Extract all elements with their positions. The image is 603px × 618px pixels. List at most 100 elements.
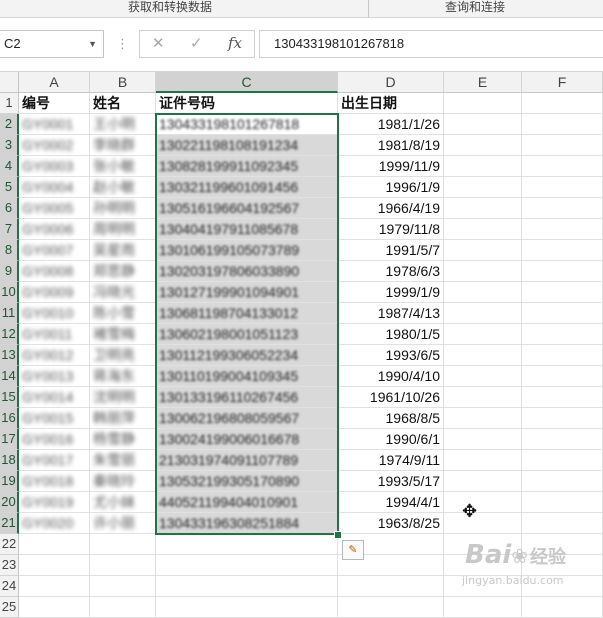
cell-e[interactable] bbox=[444, 114, 522, 135]
cell-e[interactable] bbox=[444, 492, 522, 513]
header-cell-id-number[interactable]: 证件号码 bbox=[156, 93, 338, 114]
row-header-7[interactable]: 7 bbox=[0, 219, 19, 240]
cell-id[interactable]: GY0013 bbox=[19, 366, 90, 387]
row-header-16[interactable]: 16 bbox=[0, 408, 19, 429]
empty-cell[interactable] bbox=[156, 555, 338, 576]
cell-e[interactable] bbox=[444, 303, 522, 324]
row-header-2[interactable]: 2 bbox=[0, 114, 19, 135]
cell-id-number[interactable]: 130112199306052234 bbox=[156, 345, 338, 366]
cell-id-number[interactable]: 130532199305170890 bbox=[156, 471, 338, 492]
cell-id-number[interactable]: 130110199004109345 bbox=[156, 366, 338, 387]
cell-birthdate[interactable]: 1968/8/5 bbox=[338, 408, 444, 429]
formula-input[interactable]: 130433198101267818 bbox=[259, 30, 603, 58]
cell-id[interactable]: GY0016 bbox=[19, 429, 90, 450]
header-cell-name[interactable]: 姓名 bbox=[90, 93, 156, 114]
cell-id[interactable]: GY0017 bbox=[19, 450, 90, 471]
column-header-b[interactable]: B bbox=[90, 72, 156, 93]
row-header-21[interactable]: 21 bbox=[0, 513, 19, 534]
cell-id-number[interactable]: 130404197911085678 bbox=[156, 219, 338, 240]
cell-birthdate[interactable]: 1974/9/11 bbox=[338, 450, 444, 471]
cell-birthdate[interactable]: 1987/4/13 bbox=[338, 303, 444, 324]
empty-cell[interactable] bbox=[156, 534, 338, 555]
cell-id[interactable]: GY0002 bbox=[19, 135, 90, 156]
header-cell-id[interactable]: 编号 bbox=[19, 93, 90, 114]
cell-e[interactable] bbox=[444, 450, 522, 471]
cell-name[interactable]: 沈明明 bbox=[90, 387, 156, 408]
cell-e1[interactable] bbox=[444, 93, 522, 114]
cell-name[interactable]: 尤小妹 bbox=[90, 492, 156, 513]
cell-f[interactable] bbox=[522, 366, 603, 387]
cell-id-number[interactable]: 130433196308251884 bbox=[156, 513, 338, 534]
empty-cell[interactable] bbox=[19, 555, 90, 576]
cell-id-number[interactable]: 130433198101267818 bbox=[156, 114, 338, 135]
cell-id-number[interactable]: 130602198001051123 bbox=[156, 324, 338, 345]
cell-name[interactable]: 李晓群 bbox=[90, 135, 156, 156]
cell-id[interactable]: GY0012 bbox=[19, 345, 90, 366]
cell-e[interactable] bbox=[444, 471, 522, 492]
cell-name[interactable]: 朱雪丽 bbox=[90, 450, 156, 471]
cell-e[interactable] bbox=[444, 135, 522, 156]
cell-name[interactable]: 王小明 bbox=[90, 114, 156, 135]
empty-cell[interactable] bbox=[19, 534, 90, 555]
cell-f[interactable] bbox=[522, 135, 603, 156]
cell-birthdate[interactable]: 1993/6/5 bbox=[338, 345, 444, 366]
empty-cell[interactable] bbox=[156, 597, 338, 618]
row-header-10[interactable]: 10 bbox=[0, 282, 19, 303]
chevron-down-icon[interactable]: ▼ bbox=[88, 31, 97, 57]
cell-name[interactable]: 张小敏 bbox=[90, 156, 156, 177]
empty-cell[interactable] bbox=[338, 597, 444, 618]
cell-birthdate[interactable]: 1990/6/1 bbox=[338, 429, 444, 450]
cell-id[interactable]: GY0014 bbox=[19, 387, 90, 408]
row-header-5[interactable]: 5 bbox=[0, 177, 19, 198]
cell-birthdate[interactable]: 1996/1/9 bbox=[338, 177, 444, 198]
row-header-25[interactable]: 25 bbox=[0, 597, 19, 618]
fill-handle[interactable] bbox=[334, 531, 342, 539]
cell-birthdate[interactable]: 1990/4/10 bbox=[338, 366, 444, 387]
cell-birthdate[interactable]: 1999/1/9 bbox=[338, 282, 444, 303]
cell-e[interactable] bbox=[444, 282, 522, 303]
cell-id[interactable]: GY0005 bbox=[19, 198, 90, 219]
cell-name[interactable]: 陈小雪 bbox=[90, 303, 156, 324]
quick-analysis-icon[interactable]: ✎ bbox=[342, 540, 364, 560]
cell-birthdate[interactable]: 1961/10/26 bbox=[338, 387, 444, 408]
cell-id-number[interactable]: 130221198108191234 bbox=[156, 135, 338, 156]
cell-f[interactable] bbox=[522, 471, 603, 492]
row-header-9[interactable]: 9 bbox=[0, 261, 19, 282]
cell-birthdate[interactable]: 1978/6/3 bbox=[338, 261, 444, 282]
cell-f[interactable] bbox=[522, 492, 603, 513]
cell-birthdate[interactable]: 1980/1/5 bbox=[338, 324, 444, 345]
cell-name[interactable]: 褚雪梅 bbox=[90, 324, 156, 345]
cell-e[interactable] bbox=[444, 324, 522, 345]
cell-id-number[interactable]: 213031974091107789 bbox=[156, 450, 338, 471]
cell-name[interactable]: 许小丽 bbox=[90, 513, 156, 534]
cell-id[interactable]: GY0007 bbox=[19, 240, 90, 261]
cell-f[interactable] bbox=[522, 240, 603, 261]
cell-e[interactable] bbox=[444, 177, 522, 198]
column-header-c[interactable]: C bbox=[156, 72, 338, 93]
cell-id[interactable]: GY0006 bbox=[19, 219, 90, 240]
cell-name[interactable]: 秦晓玲 bbox=[90, 471, 156, 492]
cell-e[interactable] bbox=[444, 513, 522, 534]
cell-f[interactable] bbox=[522, 219, 603, 240]
cell-id[interactable]: GY0020 bbox=[19, 513, 90, 534]
cell-id-number[interactable]: 130203197806033890 bbox=[156, 261, 338, 282]
cell-e[interactable] bbox=[444, 261, 522, 282]
cell-id[interactable]: GY0004 bbox=[19, 177, 90, 198]
cell-e[interactable] bbox=[444, 198, 522, 219]
cell-id-number[interactable]: 130321199601091456 bbox=[156, 177, 338, 198]
row-header-4[interactable]: 4 bbox=[0, 156, 19, 177]
cell-f1[interactable] bbox=[522, 93, 603, 114]
name-box[interactable]: C2 ▼ bbox=[0, 30, 104, 58]
cell-id[interactable]: GY0015 bbox=[19, 408, 90, 429]
cell-name[interactable]: 郑思静 bbox=[90, 261, 156, 282]
cell-f[interactable] bbox=[522, 177, 603, 198]
select-all-corner[interactable] bbox=[0, 72, 19, 93]
cell-e[interactable] bbox=[444, 240, 522, 261]
cell-id-number[interactable]: 130024199006016678 bbox=[156, 429, 338, 450]
row-header-19[interactable]: 19 bbox=[0, 471, 19, 492]
cell-birthdate[interactable]: 1979/11/8 bbox=[338, 219, 444, 240]
cell-id-number[interactable]: 130106199105073789 bbox=[156, 240, 338, 261]
cell-f[interactable] bbox=[522, 387, 603, 408]
cell-name[interactable]: 周明明 bbox=[90, 219, 156, 240]
column-header-e[interactable]: E bbox=[444, 72, 522, 93]
